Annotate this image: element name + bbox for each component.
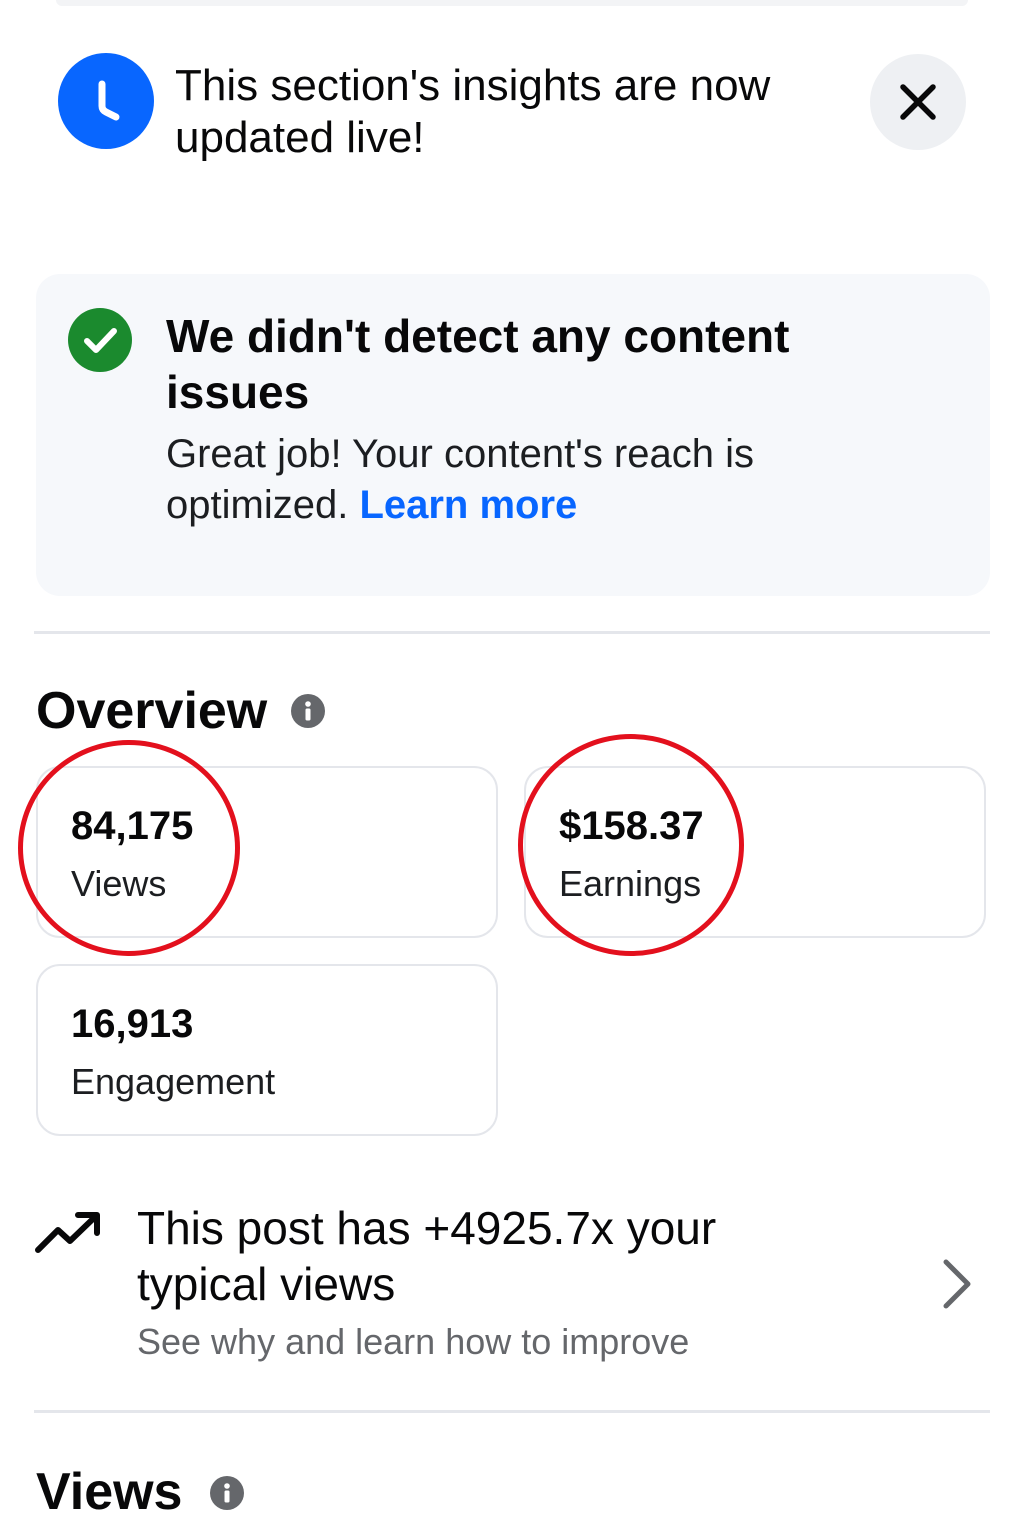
close-icon — [900, 84, 936, 120]
typical-views-insight-row[interactable]: This post has +4925.7x your typical view… — [34, 1196, 990, 1376]
content-check-body: Great job! Your content's reach is optim… — [166, 429, 926, 531]
divider — [34, 631, 990, 634]
engagement-value: 16,913 — [71, 1002, 194, 1046]
chevron-right-icon — [943, 1259, 971, 1309]
trending-up-icon — [35, 1212, 100, 1253]
views-section-title: Views — [36, 1463, 183, 1521]
content-check-title: We didn't detect any content issues — [166, 310, 790, 418]
metric-card-earnings[interactable]: $158.37 Earnings — [524, 766, 986, 938]
overview-title: Overview — [36, 682, 268, 740]
clock-icon — [58, 53, 154, 149]
close-banner-button[interactable] — [870, 54, 966, 150]
divider — [34, 1410, 990, 1413]
info-icon[interactable] — [210, 1476, 244, 1510]
live-insights-banner-text: This section's insights are now updated … — [175, 61, 771, 162]
metric-card-engagement[interactable]: 16,913 Engagement — [36, 964, 498, 1136]
info-icon[interactable] — [291, 694, 325, 728]
views-label: Views — [71, 863, 167, 904]
earnings-value: $158.37 — [559, 804, 704, 848]
earnings-label: Earnings — [559, 863, 702, 904]
check-circle-icon — [68, 308, 132, 372]
metric-card-views[interactable]: 84,175 Views — [36, 766, 498, 938]
typical-views-title: This post has +4925.7x your typical view… — [137, 1202, 717, 1310]
engagement-label: Engagement — [71, 1061, 276, 1102]
typical-views-subtitle: See why and learn how to improve — [137, 1321, 690, 1362]
previous-card-edge — [56, 0, 968, 6]
views-value: 84,175 — [71, 804, 194, 848]
learn-more-link[interactable]: Learn more — [359, 483, 577, 527]
content-check-card: We didn't detect any content issues Grea… — [36, 274, 990, 596]
